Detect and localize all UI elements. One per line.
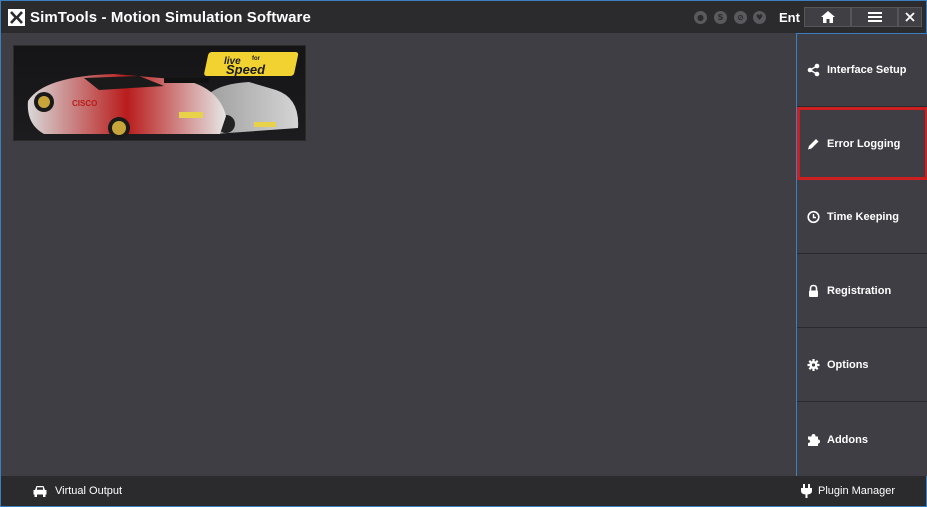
game-banner: CISCO live for Speed: [13, 45, 306, 141]
menu-icon: [867, 12, 882, 22]
github-icon[interactable]: ●: [694, 11, 707, 24]
game-logo-line2: Speed: [226, 62, 266, 77]
sidebar-item-label: Error Logging: [827, 137, 901, 150]
sidebar-item-registration[interactable]: Registration: [797, 255, 927, 328]
menu-button[interactable]: [851, 7, 898, 27]
sidebar-item-label: Time Keeping: [827, 211, 899, 223]
skype-icon[interactable]: S: [714, 11, 727, 24]
sidebar-item-addons[interactable]: Addons: [797, 403, 927, 476]
virtual-output-button[interactable]: Virtual Output: [31, 476, 141, 506]
sidebar-item-error-logging[interactable]: Error Logging: [797, 107, 927, 180]
game-banner-image: CISCO live for Speed: [14, 46, 305, 140]
svg-text:CISCO: CISCO: [72, 99, 97, 108]
clock-icon: [807, 210, 820, 224]
link-icon[interactable]: ⊘: [734, 11, 747, 24]
home-button[interactable]: [804, 7, 851, 27]
plug-icon: [801, 484, 812, 498]
plugin-manager-label: Plugin Manager: [818, 485, 896, 497]
plugin-manager-button[interactable]: Plugin Manager: [801, 476, 911, 506]
sidebar-item-label: Registration: [827, 285, 892, 297]
car-icon: [33, 486, 47, 497]
user-label: Ent: [779, 10, 800, 25]
gear-icon: [807, 359, 820, 371]
sidebar-item-time-keeping[interactable]: Time Keeping: [797, 181, 927, 254]
sidebar-item-label: Options: [827, 359, 869, 371]
close-icon: [905, 12, 915, 22]
lock-icon: [809, 284, 818, 297]
puzzle-icon: [808, 433, 820, 446]
window-title: SimTools - Motion Simulation Software: [30, 9, 311, 26]
sidebar-item-interface-setup[interactable]: Interface Setup: [797, 34, 927, 107]
sidebar-item-options[interactable]: Options: [797, 329, 927, 402]
virtual-output-label: Virtual Output: [55, 485, 123, 497]
sidebar: Interface Setup Error Logging Time Keepi…: [796, 33, 927, 476]
bottom-bar: Virtual Output Plugin Manager: [1, 476, 926, 506]
simtools-logo-icon: [8, 9, 25, 26]
title-bar[interactable]: SimTools - Motion Simulation Software ● …: [1, 1, 926, 33]
tag-icon[interactable]: ♥: [753, 11, 766, 24]
share-icon: [807, 63, 820, 77]
app-window: SimTools - Motion Simulation Software ● …: [0, 0, 927, 507]
close-button[interactable]: [898, 7, 922, 27]
sidebar-item-label: Addons: [827, 433, 868, 446]
home-icon: [820, 11, 835, 23]
sidebar-item-label: Interface Setup: [827, 64, 907, 76]
pencil-icon: [808, 138, 819, 149]
